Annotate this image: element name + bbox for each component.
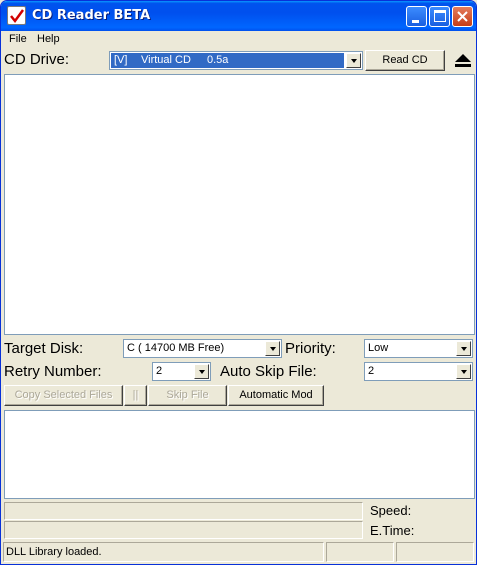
copy-selected-files-button[interactable]: Copy Selected Files bbox=[4, 385, 123, 406]
chevron-down-icon[interactable] bbox=[456, 364, 471, 379]
pause-button[interactable]: || bbox=[124, 385, 147, 406]
minimize-button[interactable] bbox=[406, 6, 427, 27]
eject-icon bbox=[455, 54, 471, 67]
target-disk-select[interactable]: C ( 14700 MB Free) bbox=[123, 339, 282, 358]
eject-button[interactable] bbox=[451, 50, 475, 72]
auto-skip-label: Auto Skip File: bbox=[220, 363, 317, 380]
retry-number-label: Retry Number: bbox=[4, 363, 102, 380]
window-title: CD Reader BETA bbox=[32, 8, 151, 23]
menu-help[interactable]: Help bbox=[37, 33, 60, 45]
retry-number-value: 2 bbox=[156, 365, 163, 377]
status-pane-3 bbox=[396, 542, 474, 562]
file-list-panel[interactable] bbox=[4, 74, 475, 335]
main-window: CD Reader BETA File Help CD Drive: [V] V… bbox=[0, 0, 477, 565]
priority-value: Low bbox=[368, 342, 389, 354]
chevron-down-icon[interactable] bbox=[346, 53, 361, 68]
status-pane-2 bbox=[326, 542, 394, 562]
automatic-mod-button[interactable]: Automatic Mod bbox=[228, 385, 324, 406]
auto-skip-value: 2 bbox=[368, 365, 375, 377]
drive-letter: [V] bbox=[114, 54, 128, 66]
skip-file-button[interactable]: Skip File bbox=[148, 385, 227, 406]
retry-number-select[interactable]: 2 bbox=[152, 362, 211, 381]
speed-label: Speed: bbox=[370, 503, 412, 518]
close-icon bbox=[457, 11, 468, 22]
etime-label: E.Time: bbox=[370, 523, 415, 538]
target-disk-label: Target Disk: bbox=[4, 340, 84, 357]
drive-version: 0.5a bbox=[207, 54, 229, 66]
chevron-down-icon[interactable] bbox=[265, 341, 280, 356]
auto-skip-select[interactable]: 2 bbox=[364, 362, 473, 381]
cd-drive-label: CD Drive: bbox=[4, 51, 70, 68]
chevron-down-icon[interactable] bbox=[194, 364, 209, 379]
maximize-button[interactable] bbox=[429, 6, 450, 27]
cd-drive-selection: [V] Virtual CD 0.5a bbox=[111, 53, 344, 68]
menu-bar: File Help bbox=[1, 31, 476, 48]
minimize-icon bbox=[412, 20, 419, 23]
close-button[interactable] bbox=[452, 6, 473, 27]
status-message: DLL Library loaded. bbox=[6, 546, 102, 558]
progress-bar-primary bbox=[4, 502, 363, 520]
status-message-pane: DLL Library loaded. bbox=[3, 542, 324, 562]
target-disk-value: C ( 14700 MB Free) bbox=[127, 342, 225, 354]
read-cd-button[interactable]: Read CD bbox=[365, 50, 445, 71]
priority-select[interactable]: Low bbox=[364, 339, 473, 358]
title-bar[interactable]: CD Reader BETA bbox=[1, 1, 476, 31]
log-panel[interactable] bbox=[4, 410, 475, 499]
progress-bar-secondary bbox=[4, 521, 363, 539]
maximize-icon bbox=[434, 10, 446, 22]
app-check-icon bbox=[7, 6, 26, 25]
cd-drive-select[interactable]: [V] Virtual CD 0.5a bbox=[109, 51, 363, 70]
menu-file[interactable]: File bbox=[9, 33, 27, 45]
drive-name: Virtual CD bbox=[141, 54, 191, 66]
priority-label: Priority: bbox=[285, 340, 336, 357]
chevron-down-icon[interactable] bbox=[456, 341, 471, 356]
